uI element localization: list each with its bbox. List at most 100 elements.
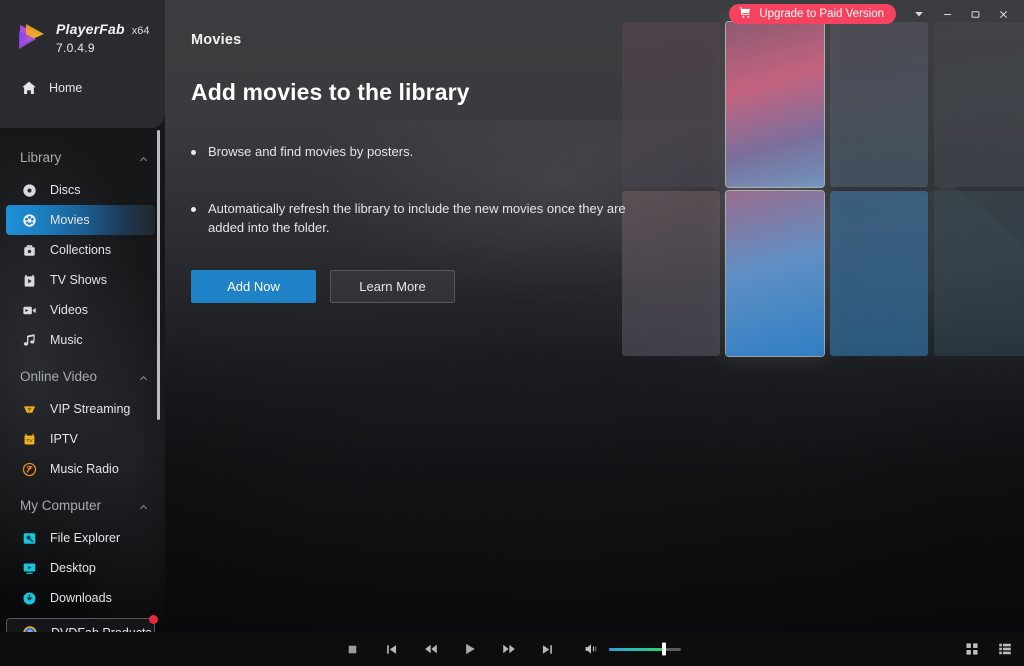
list-item: Browse and find movies by posters. <box>191 143 631 162</box>
sidebar-item-vip-streaming-label: VIP Streaming <box>50 402 131 416</box>
sidebar-item-music-radio-label: Music Radio <box>50 462 119 476</box>
previous-track-button[interactable] <box>382 640 401 659</box>
sidebar-item-file-explorer-label: File Explorer <box>50 531 121 545</box>
player-controls-bar <box>0 632 1024 666</box>
brand-text: PlayerFab x64 7.0.4.9 <box>56 18 149 55</box>
sidebar-item-iptv-label: IPTV <box>50 432 78 446</box>
sidebar-item-music-radio[interactable]: Music Radio <box>6 454 155 484</box>
stop-button[interactable] <box>343 640 362 659</box>
volume-icon[interactable] <box>581 640 600 659</box>
next-track-button[interactable] <box>538 640 557 659</box>
bullet-dot-icon <box>191 150 196 155</box>
sidebar-group-online-video-title: Online Video <box>20 368 98 384</box>
minimize-button[interactable] <box>934 3 960 25</box>
add-now-button[interactable]: Add Now <box>191 269 316 303</box>
sidebar-scrollbar[interactable] <box>157 130 160 420</box>
feature-list: Browse and find movies by posters. Autom… <box>191 143 1024 238</box>
background-fog <box>165 332 1024 632</box>
grid-view-icon[interactable] <box>964 642 979 657</box>
close-button[interactable] <box>990 3 1016 25</box>
list-item: Automatically refresh the library to inc… <box>191 200 631 238</box>
cart-icon <box>739 6 752 22</box>
sidebar-item-home-label: Home <box>49 81 83 95</box>
sidebar-item-desktop[interactable]: Desktop <box>6 553 155 583</box>
radio-wave-icon <box>20 460 38 478</box>
notification-badge <box>149 615 158 624</box>
brand-name: PlayerFab <box>56 21 125 37</box>
menu-button[interactable] <box>906 3 932 25</box>
rewind-button[interactable] <box>421 640 440 659</box>
brand-version: 7.0.4.9 <box>56 41 95 55</box>
brand-arch: x64 <box>131 25 150 37</box>
sidebar-item-home[interactable]: Home <box>0 73 165 103</box>
sidebar-item-desktop-label: Desktop <box>50 561 96 575</box>
video-icon <box>20 301 38 319</box>
sidebar: PlayerFab x64 7.0.4.9 Home Library Discs… <box>0 0 165 632</box>
sidebar-item-music-label: Music <box>50 333 83 347</box>
sidebar-item-downloads-label: Downloads <box>50 591 112 605</box>
volume-slider-fill <box>609 647 664 651</box>
feature-text: Browse and find movies by posters. <box>208 144 414 159</box>
svg-text:TV: TV <box>26 437 33 443</box>
play-button[interactable] <box>460 640 479 659</box>
sidebar-group-my-computer[interactable]: My Computer <box>0 490 165 520</box>
sidebar-item-videos-label: Videos <box>50 303 88 317</box>
fast-forward-button[interactable] <box>499 640 518 659</box>
chevron-up-icon <box>138 152 149 163</box>
sidebar-item-file-explorer[interactable]: File Explorer <box>6 523 155 553</box>
download-icon <box>20 589 38 607</box>
chevron-up-icon <box>138 371 149 382</box>
page-title: Add movies to the library <box>191 79 470 105</box>
home-icon <box>20 80 37 97</box>
playerfab-logo-icon <box>14 20 48 54</box>
collection-icon <box>20 241 38 259</box>
sidebar-item-music[interactable]: Music <box>6 325 155 355</box>
desktop-icon <box>20 559 38 577</box>
maximize-button[interactable] <box>962 3 988 25</box>
sidebar-item-videos[interactable]: Videos <box>6 295 155 325</box>
iptv-icon: TV <box>20 430 38 448</box>
brand: PlayerFab x64 7.0.4.9 <box>0 0 165 55</box>
window-body: PlayerFab x64 7.0.4.9 Home Library Discs… <box>0 0 1024 632</box>
playerfab-window: PlayerFab x64 7.0.4.9 Home Library Discs… <box>0 0 1024 666</box>
volume-slider[interactable] <box>609 642 681 656</box>
sidebar-item-collections[interactable]: Collections <box>6 235 155 265</box>
sidebar-group-online-video[interactable]: Online Video <box>0 361 165 391</box>
dvdfab-icon <box>21 624 39 632</box>
content-body: Movies Add movies to the library Browse … <box>165 0 1024 303</box>
sidebar-item-movies[interactable]: Movies <box>6 205 155 235</box>
sidebar-item-discs-label: Discs <box>50 183 81 197</box>
sidebar-item-discs[interactable]: Discs <box>6 175 155 205</box>
sidebar-item-movies-label: Movies <box>50 213 90 227</box>
view-tools <box>964 642 1012 657</box>
learn-more-button[interactable]: Learn More <box>330 269 455 303</box>
music-note-icon <box>20 331 38 349</box>
sidebar-group-my-computer-title: My Computer <box>20 497 102 513</box>
sidebar-item-downloads[interactable]: Downloads <box>6 583 155 613</box>
film-reel-icon <box>20 211 38 229</box>
vip-crown-icon <box>20 400 38 418</box>
sidebar-header-panel: PlayerFab x64 7.0.4.9 Home <box>0 0 165 128</box>
main-content: Movies Add movies to the library Browse … <box>165 0 1024 632</box>
sidebar-nav: Library Discs Movies Collections TV Show… <box>0 128 165 632</box>
sidebar-group-library-title: Library <box>20 149 62 165</box>
sidebar-item-collections-label: Collections <box>50 243 112 257</box>
volume-control[interactable] <box>581 640 681 659</box>
upgrade-to-paid-version-button[interactable]: Upgrade to Paid Version <box>729 4 896 24</box>
file-explorer-icon <box>20 529 38 547</box>
sidebar-scrollbar-thumb[interactable] <box>157 130 160 420</box>
upgrade-label: Upgrade to Paid Version <box>759 8 884 20</box>
sidebar-group-library[interactable]: Library <box>0 142 165 172</box>
sidebar-item-vip-streaming[interactable]: VIP Streaming <box>6 394 155 424</box>
list-view-icon[interactable] <box>997 642 1012 657</box>
sidebar-item-iptv[interactable]: TV IPTV <box>6 424 155 454</box>
breadcrumb: Movies <box>191 32 242 48</box>
feature-text: Automatically refresh the library to inc… <box>208 200 626 235</box>
sidebar-item-tv-shows-label: TV Shows <box>50 273 107 287</box>
sidebar-item-dvdfab-products[interactable]: DVDFab Products <box>6 615 158 632</box>
disc-icon <box>20 181 38 199</box>
volume-slider-handle[interactable] <box>661 642 666 656</box>
cta-row: Add Now Learn More <box>191 269 1024 303</box>
sidebar-item-tv-shows[interactable]: TV Shows <box>6 265 155 295</box>
chevron-up-icon <box>138 500 149 511</box>
